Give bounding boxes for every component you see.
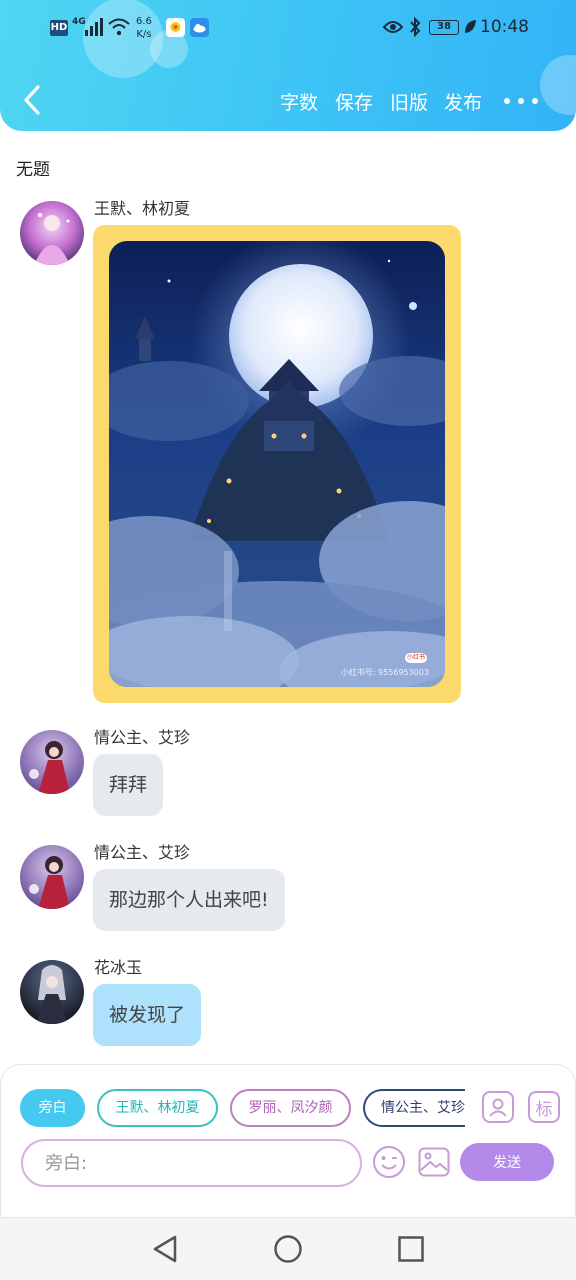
message-item: 王默、林初夏 小红书 小红书号: 9556953003 bbox=[20, 199, 560, 711]
battery-indicator: 38 bbox=[429, 20, 459, 35]
app-header: HD 4G 6.6 K/s 38 10:48 字数 保存 旧版 发布 bbox=[0, 0, 576, 131]
avatar[interactable] bbox=[20, 845, 84, 909]
back-button[interactable] bbox=[14, 80, 50, 120]
composer-panel: 旁白 王默、林初夏 罗丽、凤汐颜 情公主、艾珍 标 发送 bbox=[0, 1064, 576, 1218]
save-button[interactable]: 保存 bbox=[335, 88, 373, 115]
more-options-button[interactable] bbox=[504, 96, 538, 106]
speed-unit: K/s bbox=[136, 29, 152, 40]
avatar[interactable] bbox=[20, 201, 84, 265]
message-bubble[interactable]: 被发现了 bbox=[93, 984, 202, 1046]
emoji-button[interactable] bbox=[372, 1145, 406, 1179]
document-title[interactable]: 无题 bbox=[16, 155, 50, 180]
status-bar: HD 4G 6.6 K/s 38 10:48 bbox=[0, 0, 576, 58]
message-bubble[interactable]: 拜拜 bbox=[93, 754, 164, 816]
watermark-badge: 小红书 bbox=[405, 653, 427, 663]
message-item: 花冰玉 被发现了 bbox=[20, 958, 560, 1050]
triangle-back-icon bbox=[153, 1235, 177, 1263]
nav-back-button[interactable] bbox=[150, 1234, 180, 1264]
speed-value: 6.6 bbox=[136, 16, 152, 27]
tag-button[interactable]: 标 bbox=[528, 1091, 560, 1123]
bluetooth-icon bbox=[410, 16, 421, 38]
image-watermark: 小红书号: 9556953003 bbox=[340, 668, 429, 677]
send-button[interactable]: 发送 bbox=[460, 1143, 554, 1181]
speaker-name: 花冰玉 bbox=[94, 958, 143, 977]
speaker-name: 王默、林初夏 bbox=[94, 199, 191, 218]
system-navigation-bar bbox=[0, 1218, 576, 1280]
character-select-button[interactable] bbox=[482, 1091, 514, 1123]
weather-app-icon bbox=[190, 18, 209, 37]
circle-home-icon bbox=[274, 1235, 302, 1263]
avatar[interactable] bbox=[20, 960, 84, 1024]
role-chip[interactable]: 情公主、艾珍 bbox=[363, 1089, 465, 1127]
person-icon bbox=[489, 1098, 507, 1117]
top-toolbar: 字数 保存 旧版 发布 bbox=[0, 72, 576, 128]
avatar[interactable] bbox=[20, 730, 84, 794]
speaker-name: 情公主、艾珍 bbox=[94, 728, 191, 747]
image-icon bbox=[418, 1147, 450, 1177]
eye-comfort-icon bbox=[383, 21, 403, 33]
role-chip-narrator[interactable]: 旁白 bbox=[20, 1089, 85, 1127]
message-image[interactable]: 小红书 小红书号: 9556953003 bbox=[109, 241, 445, 687]
wifi-icon bbox=[108, 18, 130, 36]
image-message[interactable]: 小红书 小红书号: 9556953003 bbox=[93, 225, 461, 703]
nav-home-button[interactable] bbox=[273, 1234, 303, 1264]
message-bubble[interactable]: 那边那个人出来吧! bbox=[93, 869, 285, 931]
word-count-button[interactable]: 字数 bbox=[280, 88, 318, 115]
old-version-button[interactable]: 旧版 bbox=[390, 88, 428, 115]
speaker-name: 情公主、艾珍 bbox=[94, 843, 191, 862]
message-input[interactable] bbox=[21, 1139, 362, 1187]
message-item: 情公主、艾珍 那边那个人出来吧! bbox=[20, 843, 560, 935]
chevron-left-icon bbox=[24, 85, 40, 115]
message-item: 情公主、艾珍 拜拜 bbox=[20, 728, 560, 820]
dot-icon bbox=[518, 98, 524, 104]
square-recents-icon bbox=[398, 1236, 424, 1262]
emoji-icon bbox=[373, 1146, 405, 1178]
role-chip[interactable]: 王默、林初夏 bbox=[97, 1089, 218, 1127]
notification-app-icon bbox=[166, 18, 185, 37]
role-chip[interactable]: 罗丽、凤汐颜 bbox=[230, 1089, 351, 1127]
publish-button[interactable]: 发布 bbox=[444, 88, 482, 115]
power-saving-icon bbox=[465, 20, 476, 33]
signal-icon bbox=[85, 18, 103, 36]
hd-indicator: HD bbox=[50, 20, 68, 36]
network-speed: 6.6 K/s bbox=[136, 15, 152, 41]
image-upload-button[interactable] bbox=[417, 1145, 451, 1179]
dot-icon bbox=[504, 98, 510, 104]
clock: 10:48 bbox=[480, 17, 529, 37]
nav-recents-button[interactable] bbox=[396, 1234, 426, 1264]
dot-icon bbox=[532, 98, 538, 104]
